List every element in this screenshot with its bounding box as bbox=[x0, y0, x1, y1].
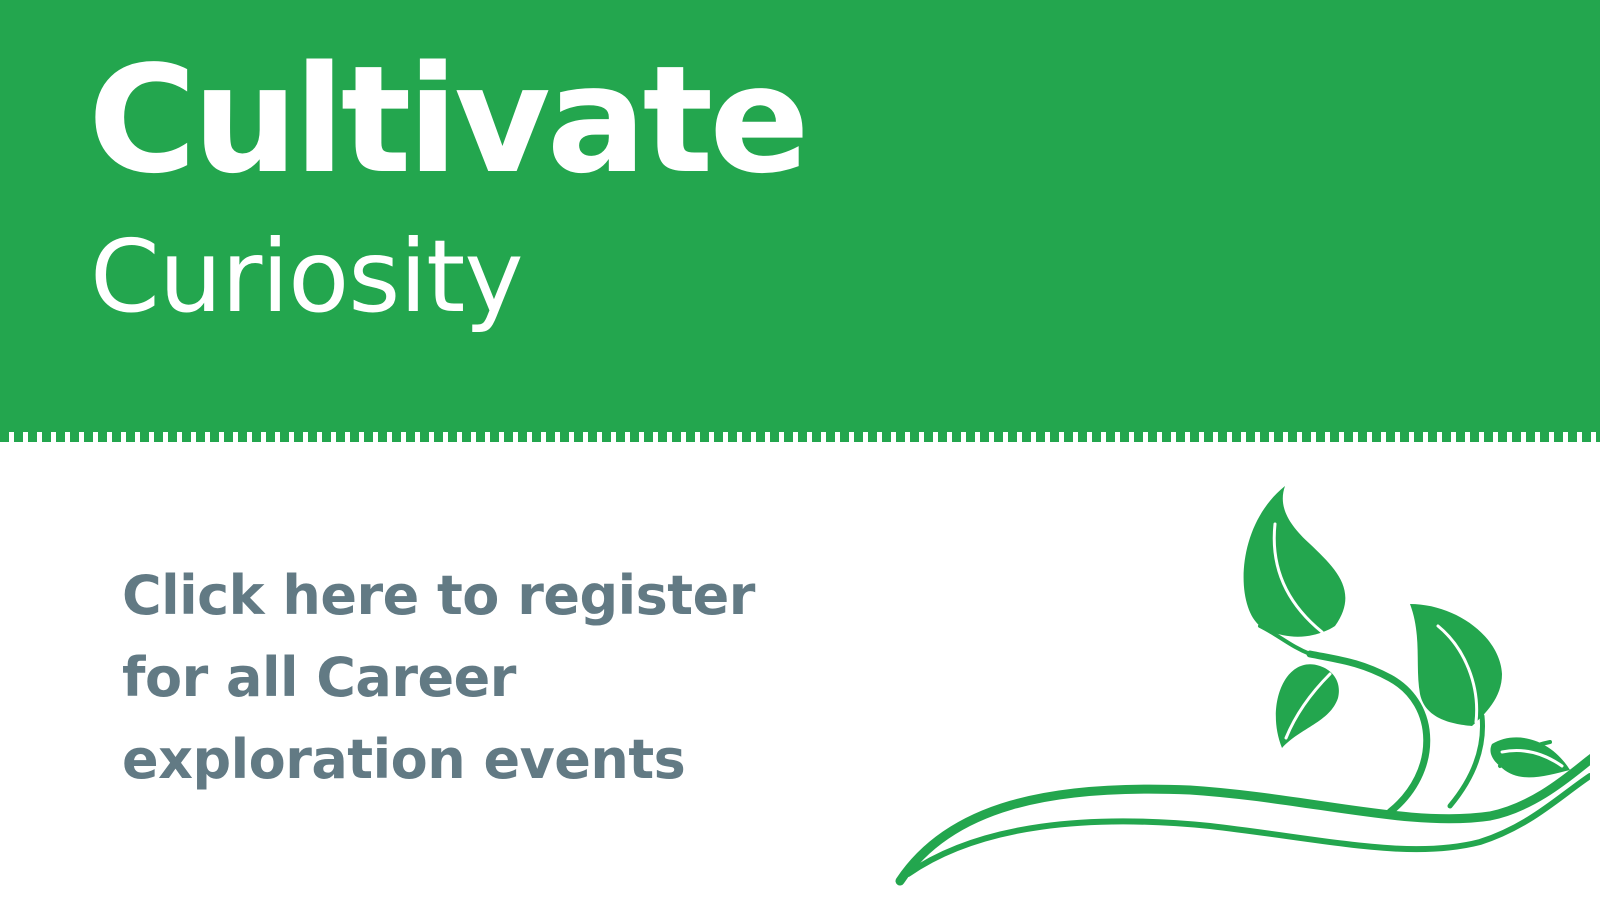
sprout-vine-icon bbox=[895, 486, 1590, 886]
banner-page: Cultivate Curiosity Click here to regist… bbox=[0, 0, 1600, 900]
register-link[interactable]: Click here to register for all Career ex… bbox=[122, 555, 842, 801]
banner-title: Cultivate bbox=[88, 34, 810, 206]
banner-dashed-edge bbox=[0, 432, 1600, 442]
banner-subtitle: Curiosity bbox=[90, 218, 524, 335]
header-banner: Cultivate Curiosity bbox=[0, 0, 1600, 432]
